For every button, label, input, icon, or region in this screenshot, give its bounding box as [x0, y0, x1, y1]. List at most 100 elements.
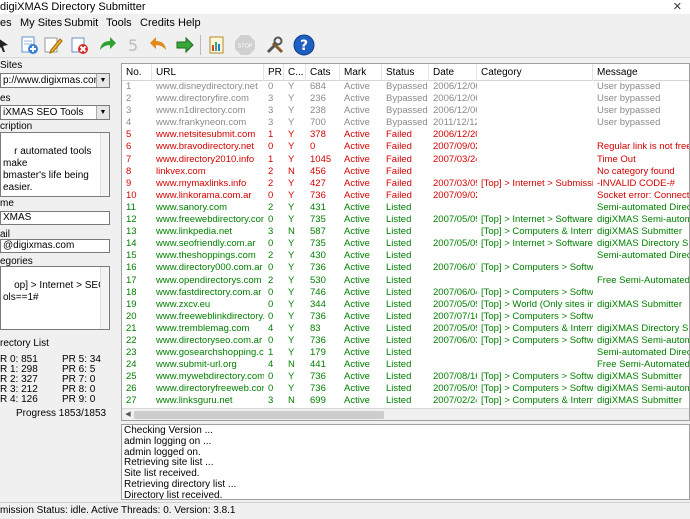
chevron-down-icon[interactable]: ▼ — [96, 74, 109, 87]
cell-url: www.linkpedia.net — [156, 226, 233, 238]
table-row[interactable]: 24 www.submit-url.org 4 N 441 Active Listed Fre… — [122, 359, 689, 371]
cell-url: linkvex.com — [156, 165, 206, 177]
cell-url: www.directory000.com.ar — [156, 262, 263, 274]
cell-cats: 441 — [310, 359, 326, 371]
cell-category: [Top] > Computers > Software... — [481, 371, 593, 383]
stop-icon[interactable]: STOP — [234, 34, 256, 56]
table-row[interactable]: 19 www.zxcv.eu 0 Y 344 Active Listed 2007/05/09… — [122, 299, 689, 311]
activity-log: Checking Version ... admin logging on ..… — [121, 424, 690, 500]
refresh-icon[interactable]: 5 — [122, 34, 144, 56]
menu-help[interactable]: Help — [178, 14, 201, 32]
close-icon[interactable]: ✕ — [673, 0, 682, 14]
cell-message: No category found — [597, 165, 675, 177]
name-field[interactable]: XMAS — [0, 211, 110, 225]
table-row[interactable]: 27 www.linksguru.net 3 N 699 Active Listed 2007… — [122, 395, 689, 407]
scroll-left-icon[interactable]: ◀ — [122, 409, 134, 420]
site-url-select[interactable]: p://www.digixmas.com ▼ — [0, 73, 110, 88]
cell-status: Listed — [386, 262, 412, 274]
table-row[interactable]: 4 www.frankyneon.com 3 Y 700 Active Bypassed 20… — [122, 117, 689, 129]
cell-mark: Active — [344, 383, 370, 395]
table-row[interactable]: 16 www.directory000.com.ar 0 Y 736 Active List… — [122, 262, 689, 274]
undo-icon[interactable] — [148, 34, 170, 56]
cell-date: 2007/03/09 — [433, 177, 477, 189]
description-field[interactable]: r automated tools make bmaster's life be… — [0, 132, 110, 197]
cell-mark: Active — [344, 274, 370, 286]
col-url[interactable]: URL — [152, 64, 264, 81]
menu-tools[interactable]: Tools — [106, 14, 132, 32]
table-row[interactable]: 6 www.bravodirectory.net 0 Y 0 Active Failed 20… — [122, 141, 689, 153]
cell-pr: 0 — [268, 141, 274, 153]
table-row[interactable]: 5 www.netsitesubmit.com 1 Y 378 Active Failed 2… — [122, 129, 689, 141]
cell-pr: 3 — [268, 93, 274, 105]
pagerank-stats: R 0: 851 PR 5: 34 R 1: 298 PR 6: 5 R 2: 32… — [0, 354, 101, 405]
table-row[interactable]: 25 www.mywebdirectory.com.ar 0 Y 736 Active Li… — [122, 371, 689, 383]
svg-text:?: ? — [300, 38, 308, 54]
table-row[interactable]: 26 www.directoryfreeweb.com.ar 0 Y 736 Active… — [122, 383, 689, 395]
col-no[interactable]: No. — [122, 64, 152, 81]
categories-field[interactable]: op] > Internet > SEO ols==1# — [0, 266, 110, 330]
cell-c: Y — [288, 322, 295, 334]
table-row[interactable]: 2 www.directoryfire.com 3 Y 236 Active Bypasse… — [122, 93, 689, 105]
cell-message: digiXMAS Semi-automated Di — [597, 334, 689, 346]
col-date[interactable]: Date — [429, 64, 477, 81]
menu-submit[interactable]: Submit — [64, 14, 98, 32]
cell-message: Semi-automated Directory Su — [597, 201, 689, 213]
table-row[interactable]: 21 www.tremblemag.com 4 Y 83 Active Listed 2007… — [122, 323, 689, 335]
add-site-icon[interactable] — [18, 34, 40, 56]
directory-list-label: rectory List — [0, 338, 49, 349]
cell-mark: Active — [344, 117, 370, 129]
scroll-thumb[interactable] — [134, 411, 384, 419]
cell-mark: Active — [344, 298, 370, 310]
title-bar: digiXMAS Directory Submitter ✕ — [0, 0, 690, 14]
col-status[interactable]: Status — [382, 64, 429, 81]
table-row[interactable]: 22 www.directoryseo.com.ar 0 Y 736 Active List… — [122, 335, 689, 347]
templates-label: es — [0, 93, 11, 104]
pointer-icon[interactable] — [0, 34, 16, 56]
cell-c: Y — [288, 262, 295, 274]
cell-no: 22 — [126, 334, 137, 346]
table-row[interactable]: 14 www.seofriendly.com.ar 0 Y 735 Active Liste… — [122, 238, 689, 250]
table-row[interactable]: 12 www.freewebdirectory.com.ar 0 Y 735 Active… — [122, 214, 689, 226]
table-row[interactable]: 15 www.theshoppings.com 2 Y 430 Active Listed S… — [122, 250, 689, 262]
cell-mark: Active — [344, 322, 370, 334]
menu-my-sites[interactable]: My Sites — [20, 14, 62, 32]
redo-icon[interactable] — [96, 34, 118, 56]
menu-sites[interactable]: es — [0, 14, 12, 32]
cell-cats: 530 — [310, 274, 326, 286]
cell-message: Semi-automated Directory Su — [597, 250, 689, 262]
table-row[interactable]: 9 www.mymaxlinks.info 2 Y 427 Active Failed 200… — [122, 178, 689, 190]
cell-cats: 179 — [310, 347, 326, 359]
col-cats[interactable]: Cats — [306, 64, 340, 81]
col-mark[interactable]: Mark — [340, 64, 382, 81]
tools-icon[interactable] — [264, 34, 286, 56]
cell-date: 2006/12/06 — [433, 93, 477, 105]
chevron-down-icon[interactable]: ▼ — [96, 106, 109, 119]
table-row[interactable]: 10 www.linkorama.com.ar 0 Y 736 Active Failed 2… — [122, 190, 689, 202]
table-row[interactable]: 18 www.fastdirectory.com.ar 0 Y 746 Active Lis… — [122, 287, 689, 299]
template-select[interactable]: iXMAS SEO Tools ▼ — [0, 105, 110, 120]
report-icon[interactable] — [206, 34, 228, 56]
col-pr[interactable]: PR — [264, 64, 284, 81]
table-row[interactable]: 8 linkvex.com 2 N 456 Active Failed No category… — [122, 166, 689, 178]
forward-icon[interactable] — [174, 34, 196, 56]
edit-icon[interactable] — [42, 34, 64, 56]
menu-credits[interactable]: Credits — [140, 14, 175, 32]
table-row[interactable]: 7 www.directory2010.info 1 Y 1045 Active Faile… — [122, 154, 689, 166]
col-c[interactable]: C... — [284, 64, 306, 81]
help-icon[interactable]: ? — [293, 34, 315, 56]
cell-status: Listed — [386, 347, 412, 359]
email-field[interactable]: @digixmas.com — [0, 239, 110, 253]
horizontal-scrollbar[interactable]: ◀ — [122, 408, 689, 420]
cell-pr: 0 — [268, 298, 274, 310]
table-row[interactable]: 11 www.sanory.com 2 Y 431 Active Listed Semi-au… — [122, 202, 689, 214]
table-row[interactable]: 23 www.gosearchshopping.com 1 Y 179 Active Lis… — [122, 347, 689, 359]
col-message[interactable]: Message — [593, 64, 689, 81]
table-row[interactable]: 20 www.freeweblinkdirectory.info 0 Y 736 Acti… — [122, 311, 689, 323]
table-row[interactable]: 17 www.opendirectorys.com 2 Y 530 Active Liste… — [122, 275, 689, 287]
table-row[interactable]: 3 www.n1directory.com 3 Y 238 Active Bypassed 2… — [122, 105, 689, 117]
cell-mark: Active — [344, 93, 370, 105]
delete-icon[interactable] — [68, 34, 90, 56]
col-category[interactable]: Category — [477, 64, 593, 81]
table-row[interactable]: 1 www.disneydirectory.net 0 Y 684 Active Bypas… — [122, 81, 689, 93]
table-row[interactable]: 13 www.linkpedia.net 3 N 587 Active Listed [Top… — [122, 226, 689, 238]
